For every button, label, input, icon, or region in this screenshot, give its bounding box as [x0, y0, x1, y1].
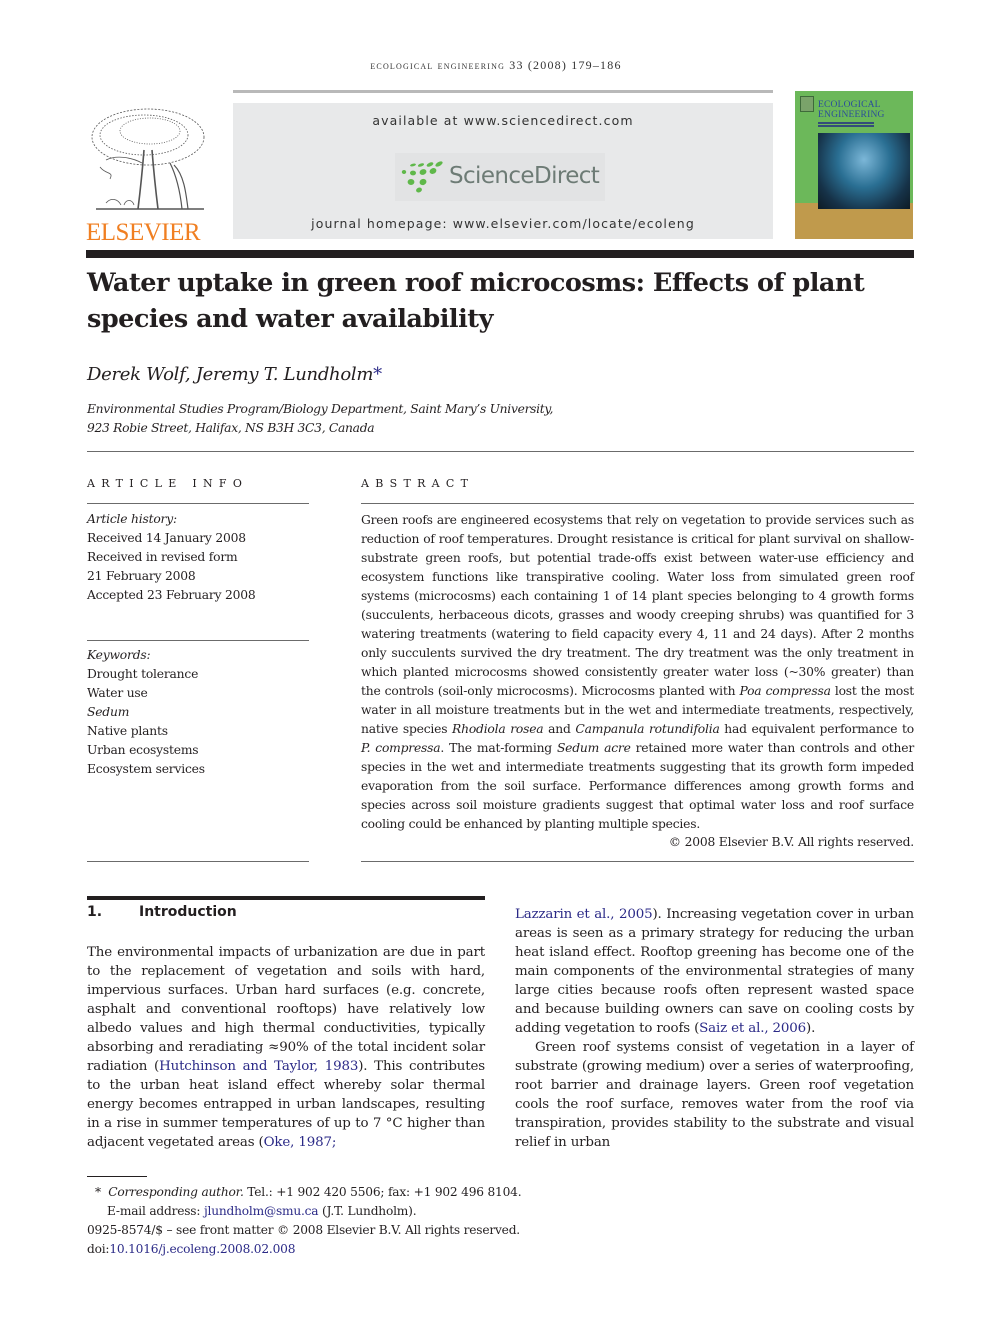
available-at-link[interactable]: available at www.sciencedirect.com	[233, 113, 773, 128]
history-item: 21 February 2008	[87, 569, 196, 583]
abstract-bottom-rule	[361, 861, 914, 862]
elsevier-tree-icon	[91, 108, 205, 210]
footnote-marker: *	[95, 1185, 101, 1199]
elsevier-logo[interactable]: ELSEVIER	[86, 105, 210, 245]
sciencedirect-logo[interactable]: ScienceDirect	[395, 153, 605, 201]
citation-link[interactable]: Hutchinson and Taylor, 1983	[159, 1059, 358, 1074]
section-heading: 1. Introduction	[87, 904, 237, 920]
species-name: Sedum acre	[556, 741, 631, 755]
species-name: Campanula rotundifolia	[575, 722, 720, 736]
history-item: Received 14 January 2008	[87, 531, 246, 545]
doi-link[interactable]: 10.1016/j.ecoleng.2008.02.008	[109, 1242, 295, 1256]
section-number: 1.	[87, 904, 103, 920]
keywords-rule	[87, 640, 309, 641]
volume-info: 33 (2008) 179–186	[509, 58, 622, 72]
article-info-heading: ARTICLE INFO	[87, 477, 249, 490]
affiliation-rule	[87, 451, 914, 452]
article-info-bottom-rule	[87, 861, 309, 862]
issn-line: 0925-8574/$ – see front matter © 2008 El…	[87, 1223, 520, 1237]
author-names: Derek Wolf, Jeremy T. Lundholm	[87, 364, 374, 385]
keyword: Water use	[87, 686, 148, 700]
article-history: Article history: Received 14 January 200…	[87, 510, 309, 605]
section-rule	[87, 896, 485, 900]
affiliation-line1: Environmental Studies Program/Biology De…	[87, 402, 554, 416]
abstract-segment: and	[543, 722, 576, 736]
title-rule	[86, 250, 914, 258]
sciencedirect-dots-icon	[401, 161, 443, 193]
history-item: Accepted 23 February 2008	[87, 588, 256, 602]
history-label: Article history:	[87, 512, 177, 526]
sciencedirect-wordmark: ScienceDirect	[449, 163, 600, 189]
keyword: Urban ecosystems	[87, 743, 199, 757]
journal-name: ecological engineering	[370, 58, 506, 72]
keywords-label: Keywords:	[87, 648, 151, 662]
citation-link[interactable]: Oke, 1987;	[264, 1135, 337, 1150]
affiliation-line2: 923 Robie Street, Halifax, NS B3H 3C3, C…	[87, 421, 375, 435]
header-rule	[233, 90, 773, 93]
cover-title-line2: ENGINEERING	[818, 110, 885, 120]
abstract-segment: Green roofs are engineered ecosystems th…	[361, 513, 914, 698]
doi-label: doi:	[87, 1242, 110, 1256]
email-link[interactable]: jlundholm@smu.ca	[204, 1204, 319, 1218]
abstract-heading: ABSTRACT	[361, 477, 475, 490]
contact-info: Tel.: +1 902 420 5506; fax: +1 902 496 8…	[243, 1185, 522, 1199]
elsevier-wordmark: ELSEVIER	[86, 219, 201, 246]
sciencedirect-banner: available at www.sciencedirect.com Scien…	[233, 103, 773, 239]
article-info-rule	[87, 503, 309, 504]
citation-link[interactable]: Lazzarin et al., 2005	[515, 907, 653, 922]
running-header: ecological engineering 33 (2008) 179–186	[0, 58, 992, 73]
cover-image	[818, 133, 910, 209]
abstract-rule	[361, 503, 914, 504]
cover-title-line1: ECOLOGICAL	[818, 100, 881, 110]
footnotes: * Corresponding author. Tel.: +1 902 420…	[87, 1183, 537, 1259]
section-title: Introduction	[139, 904, 237, 920]
footnote-rule	[87, 1176, 147, 1177]
journal-homepage-link[interactable]: journal homepage: www.elsevier.com/locat…	[233, 216, 773, 231]
keywords: Keywords: Drought tolerance Water use Se…	[87, 646, 309, 779]
body-paragraph: Green roof systems consist of vegetation…	[515, 1040, 914, 1150]
keyword: Ecosystem services	[87, 762, 205, 776]
email-suffix: (J.T. Lundholm).	[318, 1204, 417, 1218]
keyword: Sedum	[87, 705, 130, 719]
keyword: Drought tolerance	[87, 667, 199, 681]
intro-right-column: Lazzarin et al., 2005). Increasing veget…	[515, 905, 914, 1152]
corresponding-author-label: Corresponding author.	[108, 1185, 244, 1199]
cover-elsevier-emblem-icon	[800, 96, 814, 112]
journal-cover[interactable]: ECOLOGICAL ENGINEERING	[795, 91, 913, 239]
species-name: P. compressa	[361, 741, 441, 755]
authors: Derek Wolf, Jeremy T. Lundholm*	[87, 364, 382, 385]
cover-title: ECOLOGICAL ENGINEERING	[818, 100, 885, 120]
body-text: ). Increasing vegetation cover in urban …	[515, 907, 915, 1036]
body-text: ).	[806, 1021, 816, 1036]
abstract-text: Green roofs are engineered ecosystems th…	[361, 511, 914, 834]
abstract-segment: had equivalent performance to	[719, 722, 914, 736]
abstract-segment: . The mat-forming	[440, 741, 557, 755]
intro-left-column: The environmental impacts of urbanizatio…	[87, 943, 485, 1152]
citation-link[interactable]: Saiz et al., 2006	[699, 1021, 806, 1036]
species-name: Rhodiola rosea	[452, 722, 544, 736]
affiliation: Environmental Studies Program/Biology De…	[87, 400, 553, 438]
species-name: Poa compressa	[739, 684, 831, 698]
abstract-copyright: © 2008 Elsevier B.V. All rights reserved…	[668, 835, 914, 849]
history-item: Received in revised form	[87, 550, 238, 564]
body-text: The environmental impacts of urbanizatio…	[87, 945, 485, 1074]
corresponding-author-marker[interactable]: *	[373, 364, 382, 385]
cover-subtitle	[818, 122, 898, 128]
keyword: Native plants	[87, 724, 168, 738]
email-label: E-mail address:	[107, 1204, 204, 1218]
article-title: Water uptake in green roof microcosms: E…	[87, 268, 865, 334]
